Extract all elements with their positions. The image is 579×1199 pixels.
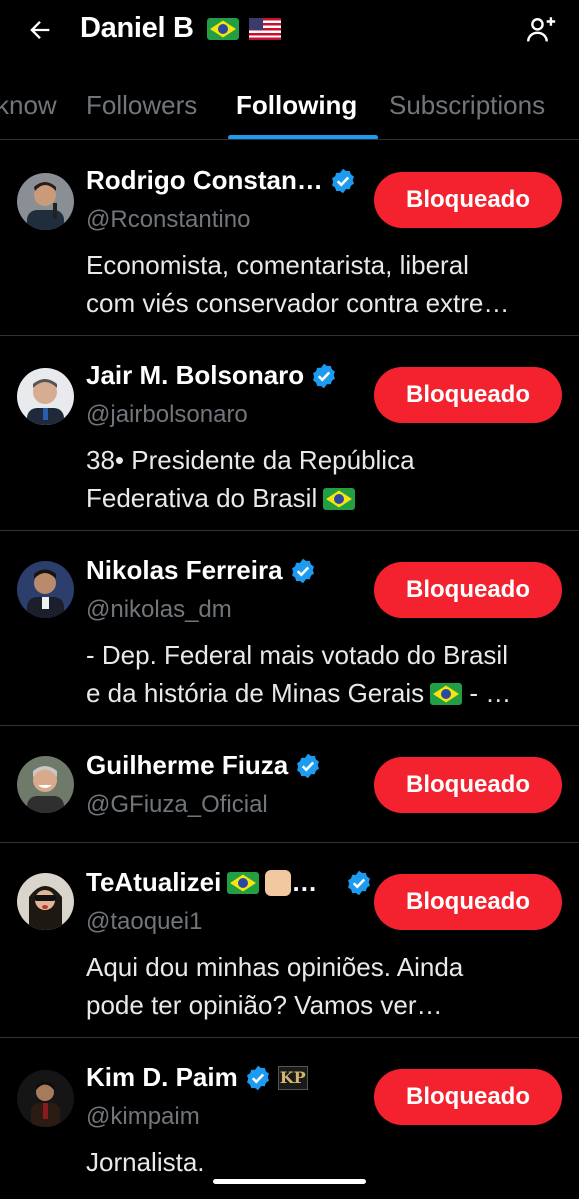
tab-bar: know Followers Following Subscriptions [0, 78, 579, 140]
user-handle: @nikolas_dm [86, 596, 232, 623]
brazil-flag-icon [207, 18, 240, 40]
verified-badge-icon [331, 168, 354, 193]
user-handle: @Rconstantino [86, 206, 251, 233]
avatar[interactable] [17, 173, 74, 230]
name-line: Jair M. Bolsonaro [86, 360, 338, 391]
page-title: Daniel B [80, 12, 282, 45]
bio-line: Federativa do Brasil [86, 479, 558, 517]
active-tab-indicator [228, 135, 378, 139]
bio-line: Economista, comentarista, liberal [86, 250, 469, 280]
verified-badge-icon [348, 870, 371, 895]
bio-line: pode ter opinião? Vamos ver… [86, 990, 443, 1020]
user-name[interactable]: Jair M. Bolsonaro [86, 360, 304, 391]
user-bio: Jornalista. [86, 1143, 558, 1181]
user-handle: @taoquei1 [86, 908, 203, 935]
avatar[interactable] [17, 368, 74, 425]
tab-know[interactable]: know [0, 90, 57, 121]
blocked-button[interactable]: Bloqueado [374, 1069, 562, 1125]
back-button[interactable] [20, 10, 60, 50]
bio-line: - Dep. Federal mais votado do Brasil [86, 640, 508, 670]
list-item[interactable]: Rodrigo Constan… @Rconstantino Bloqueado… [0, 141, 579, 336]
brazil-flag-icon [430, 683, 463, 705]
home-indicator[interactable] [213, 1179, 366, 1184]
user-name[interactable]: Nikolas Ferreira [86, 555, 283, 586]
brazil-flag-icon [323, 488, 356, 510]
user-handle: @jairbolsonaro [86, 401, 248, 428]
blocked-button[interactable]: Bloqueado [374, 874, 562, 930]
avatar[interactable] [17, 1070, 74, 1127]
avatar[interactable] [17, 561, 74, 618]
usa-flag-icon [249, 18, 282, 40]
brazil-flag-icon [227, 871, 260, 894]
list-item[interactable]: Jair M. Bolsonaro @jairbolsonaro Bloquea… [0, 336, 579, 531]
avatar[interactable] [17, 756, 74, 813]
tab-followers[interactable]: Followers [86, 90, 197, 121]
blocked-button[interactable]: Bloqueado [374, 562, 562, 618]
bio-line: com viés conservador contra extre… [86, 288, 510, 318]
user-name[interactable]: TeAtualizei [86, 867, 221, 898]
bio-line: Jornalista. [86, 1147, 205, 1177]
top-bar: Daniel B [0, 0, 579, 60]
bio-text: e da história de Minas Gerais [86, 678, 425, 708]
list-item[interactable]: Guilherme Fiuza @GFiuza_Oficial Bloquead… [0, 726, 579, 843]
affiliate-badge-icon: KP [277, 1065, 308, 1090]
name-line: Kim D. Paim KP [86, 1062, 308, 1093]
list-item[interactable]: Kim D. Paim KP @kimpaim Bloqueado Jornal… [0, 1038, 579, 1199]
user-name[interactable]: Rodrigo Constan… [86, 165, 323, 196]
person-add-icon [527, 17, 556, 42]
name-line: TeAtualizei … [86, 867, 373, 898]
profile-name: Daniel B [80, 12, 194, 44]
bio-line: e da história de Minas Gerais - … [86, 674, 558, 712]
name-line: Guilherme Fiuza [86, 750, 322, 781]
arrow-left-icon [30, 21, 50, 39]
user-bio: Aqui dou minhas opiniões. Ainda pode ter… [86, 948, 558, 1024]
user-handle: @GFiuza_Oficial [86, 791, 268, 818]
verified-badge-icon [246, 1065, 269, 1090]
tab-following[interactable]: Following [236, 90, 357, 121]
name-line: Nikolas Ferreira [86, 555, 317, 586]
user-handle: @kimpaim [86, 1103, 200, 1130]
verified-badge-icon [313, 363, 336, 388]
verified-badge-icon [291, 558, 314, 583]
name-ellipsis: … [291, 867, 318, 897]
blocked-button[interactable]: Bloqueado [374, 757, 562, 813]
list-item[interactable]: Nikolas Ferreira @nikolas_dm Bloqueado -… [0, 531, 579, 726]
blocked-button[interactable]: Bloqueado [374, 172, 562, 228]
bio-text: Federativa do Brasil [86, 483, 318, 513]
user-name[interactable]: Guilherme Fiuza [86, 750, 288, 781]
list-item[interactable]: TeAtualizei … @taoquei1 Bloqueado Aqui d… [0, 843, 579, 1038]
user-name[interactable]: Kim D. Paim [86, 1062, 238, 1093]
bio-line: 38• Presidente da República [86, 445, 415, 475]
tab-subscriptions[interactable]: Subscriptions [389, 90, 545, 121]
bio-line: Aqui dou minhas opiniões. Ainda [86, 952, 464, 982]
bio-text: - … [469, 678, 512, 708]
raised-fist-icon [265, 869, 292, 896]
blocked-button[interactable]: Bloqueado [374, 367, 562, 423]
avatar[interactable] [17, 873, 74, 930]
user-bio: 38• Presidente da República Federativa d… [86, 441, 558, 517]
add-user-button[interactable] [519, 10, 563, 50]
user-bio: - Dep. Federal mais votado do Brasil e d… [86, 636, 558, 712]
name-line: Rodrigo Constan… [86, 165, 357, 196]
verified-badge-icon [297, 753, 320, 778]
user-bio: Economista, comentarista, liberal com vi… [86, 246, 558, 322]
